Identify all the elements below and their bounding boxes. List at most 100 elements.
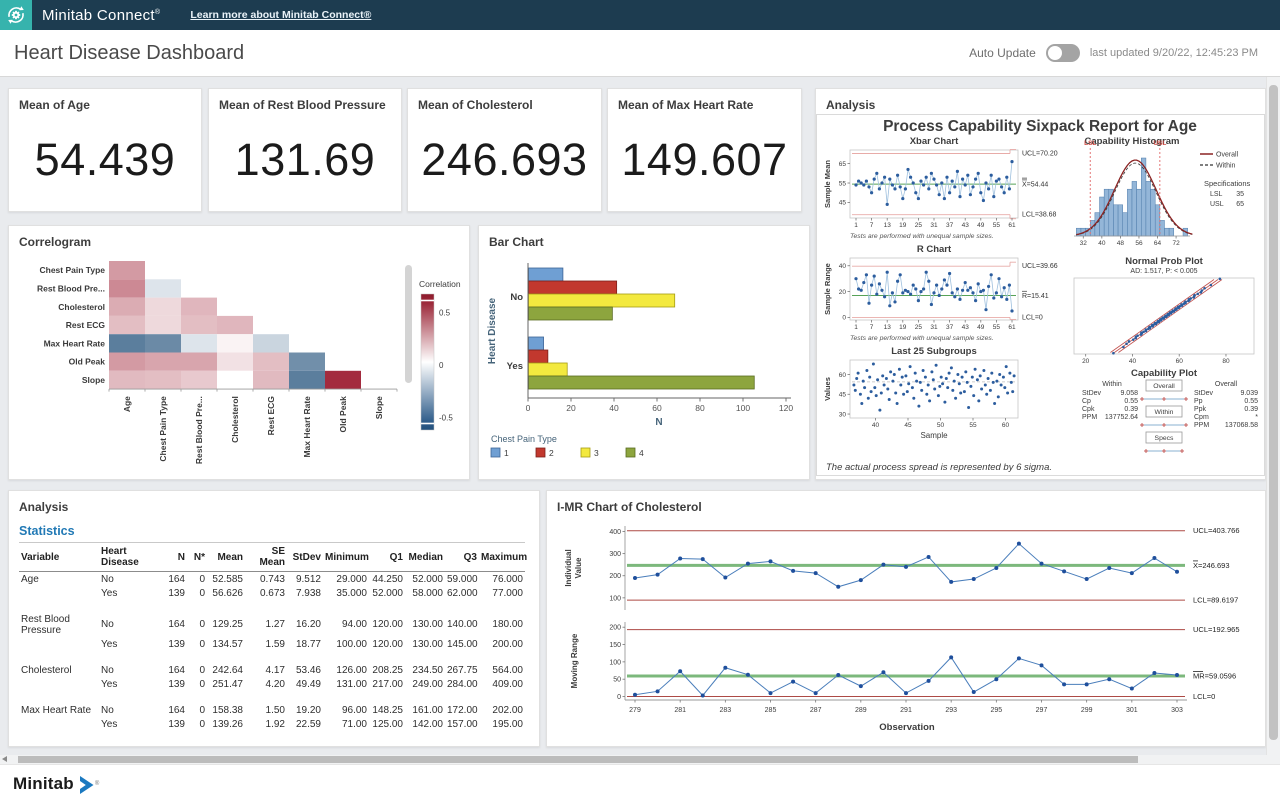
- svg-text:120: 120: [779, 403, 793, 413]
- svg-text:UCL=39.66: UCL=39.66: [1022, 263, 1058, 270]
- svg-text:293: 293: [945, 707, 957, 714]
- svg-text:Age: Age: [122, 396, 132, 412]
- svg-text:20: 20: [566, 403, 576, 413]
- svg-text:LCL=38.68: LCL=38.68: [1022, 212, 1057, 219]
- svg-text:60: 60: [839, 372, 847, 379]
- svg-text:37: 37: [946, 222, 954, 229]
- svg-text:61: 61: [1008, 324, 1016, 331]
- stats-column-header: Q3: [445, 543, 479, 572]
- learn-more-link[interactable]: Learn more about Minitab Connect®: [190, 9, 371, 21]
- svg-text:289: 289: [855, 707, 867, 714]
- svg-text:55: 55: [969, 422, 977, 429]
- stats-column-header: Maximum: [479, 543, 525, 572]
- stats-column-header: N*: [187, 543, 207, 572]
- svg-text:50: 50: [937, 422, 945, 429]
- svg-text:0: 0: [617, 694, 621, 701]
- svg-text:Values: Values: [823, 377, 832, 401]
- svg-text:Observation: Observation: [879, 722, 935, 733]
- svg-text:Xbar Chart: Xbar Chart: [910, 136, 959, 147]
- svg-text:MR=59.0596: MR=59.0596: [1193, 672, 1236, 681]
- svg-text:65: 65: [1236, 201, 1244, 208]
- svg-text:2: 2: [549, 448, 554, 458]
- svg-text:40: 40: [872, 422, 880, 429]
- svg-text:31: 31: [930, 324, 938, 331]
- svg-text:303: 303: [1171, 707, 1183, 714]
- process-capability-sixpack-chart: Process Capability Sixpack Report for Ag…: [816, 114, 1265, 476]
- svg-text:50: 50: [613, 677, 621, 684]
- svg-text:Pp: Pp: [1194, 398, 1203, 405]
- svg-text:55: 55: [993, 324, 1001, 331]
- svg-text:301: 301: [1126, 707, 1138, 714]
- svg-text:40: 40: [839, 263, 847, 270]
- stats-table-row: AgeNo164052.5850.7439.51229.00044.25052.…: [19, 572, 525, 587]
- svg-text:150: 150: [609, 642, 621, 649]
- stats-column-header: N: [161, 543, 187, 572]
- svg-text:Max Heart Rate: Max Heart Rate: [44, 338, 106, 348]
- svg-text:Yes: Yes: [507, 361, 523, 372]
- svg-text:0: 0: [526, 403, 531, 413]
- scroll-left-arrow-icon[interactable]: [2, 756, 7, 762]
- kpi-value: 246.693: [408, 134, 601, 186]
- svg-text:45: 45: [839, 200, 847, 207]
- svg-text:Cpm: Cpm: [1194, 414, 1209, 421]
- svg-text:285: 285: [765, 707, 777, 714]
- stats-column-header: SE Mean: [245, 543, 287, 572]
- svg-text:0: 0: [439, 361, 444, 370]
- svg-text:287: 287: [810, 707, 822, 714]
- svg-text:UCL=403.766: UCL=403.766: [1193, 526, 1240, 535]
- svg-text:283: 283: [719, 707, 731, 714]
- minitab-connect-logo: [0, 0, 32, 30]
- svg-text:25: 25: [915, 222, 923, 229]
- svg-text:Sample: Sample: [920, 431, 948, 440]
- svg-text:40: 40: [1129, 358, 1137, 365]
- horizontal-scrollbar[interactable]: [0, 755, 1280, 764]
- panel-title: Analysis: [816, 89, 1265, 112]
- svg-text:9.039: 9.039: [1240, 390, 1258, 397]
- vertical-scrollbar[interactable]: [1266, 77, 1280, 755]
- svg-text:LSL: LSL: [1084, 140, 1096, 147]
- last-updated-text: last updated 9/20/22, 12:45:23 PM: [1090, 47, 1258, 59]
- panel-title: Analysis: [9, 491, 539, 514]
- svg-text:UCL=192.965: UCL=192.965: [1193, 625, 1240, 634]
- svg-text:PPM: PPM: [1194, 422, 1209, 429]
- svg-text:N: N: [655, 417, 662, 428]
- svg-text:1: 1: [854, 222, 858, 229]
- svg-text:-0.5: -0.5: [439, 414, 453, 423]
- bar-chart-panel: Bar Chart NoYes020406080100120NHeart Dis…: [478, 225, 810, 480]
- svg-text:Sample Range: Sample Range: [823, 263, 832, 315]
- svg-text:LCL=0: LCL=0: [1193, 692, 1215, 701]
- heart-disease-bar-chart: NoYes020406080100120NHeart DiseaseChest …: [479, 251, 807, 475]
- svg-text:45: 45: [839, 392, 847, 399]
- kpi-label: Mean of Cholesterol: [408, 89, 601, 112]
- sync-gear-icon: [5, 4, 27, 26]
- svg-text:40: 40: [609, 403, 619, 413]
- svg-text:Tests are performed with unequ: Tests are performed with unequal sample …: [850, 233, 994, 240]
- svg-text:291: 291: [900, 707, 912, 714]
- svg-text:281: 281: [674, 707, 686, 714]
- vertical-scrollbar-thumb[interactable]: [1269, 85, 1278, 740]
- svg-text:13: 13: [884, 222, 892, 229]
- svg-text:100: 100: [609, 595, 621, 602]
- panel-title: I-MR Chart of Cholesterol: [547, 491, 1265, 514]
- svg-text:AD: 1.517, P: < 0.005: AD: 1.517, P: < 0.005: [1130, 268, 1197, 275]
- horizontal-scrollbar-thumb[interactable]: [18, 756, 1138, 763]
- svg-text:Overall: Overall: [1215, 381, 1238, 388]
- svg-text:100: 100: [736, 403, 750, 413]
- svg-text:Rest Blood Pre...: Rest Blood Pre...: [194, 396, 204, 464]
- svg-text:Chest Pain Type: Chest Pain Type: [40, 265, 106, 275]
- svg-text:20: 20: [1082, 358, 1090, 365]
- stats-table-row: Rest Blood PressureNo1640129.251.2716.20…: [19, 612, 525, 637]
- svg-text:3: 3: [594, 448, 599, 458]
- auto-update-toggle[interactable]: [1046, 44, 1080, 62]
- svg-text:31: 31: [930, 222, 938, 229]
- svg-text:1: 1: [504, 448, 509, 458]
- svg-text:USL: USL: [1153, 140, 1166, 147]
- svg-text:Process Capability Sixpack Rep: Process Capability Sixpack Report for Ag…: [883, 118, 1197, 135]
- kpi-card-mean-of-rest-blood-pressure: Mean of Rest Blood Pressure 131.69: [208, 88, 402, 212]
- svg-text:200: 200: [609, 625, 621, 632]
- svg-text:60: 60: [652, 403, 662, 413]
- svg-text:Max Heart Rate: Max Heart Rate: [302, 396, 312, 458]
- auto-update-label: Auto Update: [969, 46, 1036, 60]
- svg-text:19: 19: [899, 324, 907, 331]
- svg-text:Capability Plot: Capability Plot: [1131, 368, 1198, 379]
